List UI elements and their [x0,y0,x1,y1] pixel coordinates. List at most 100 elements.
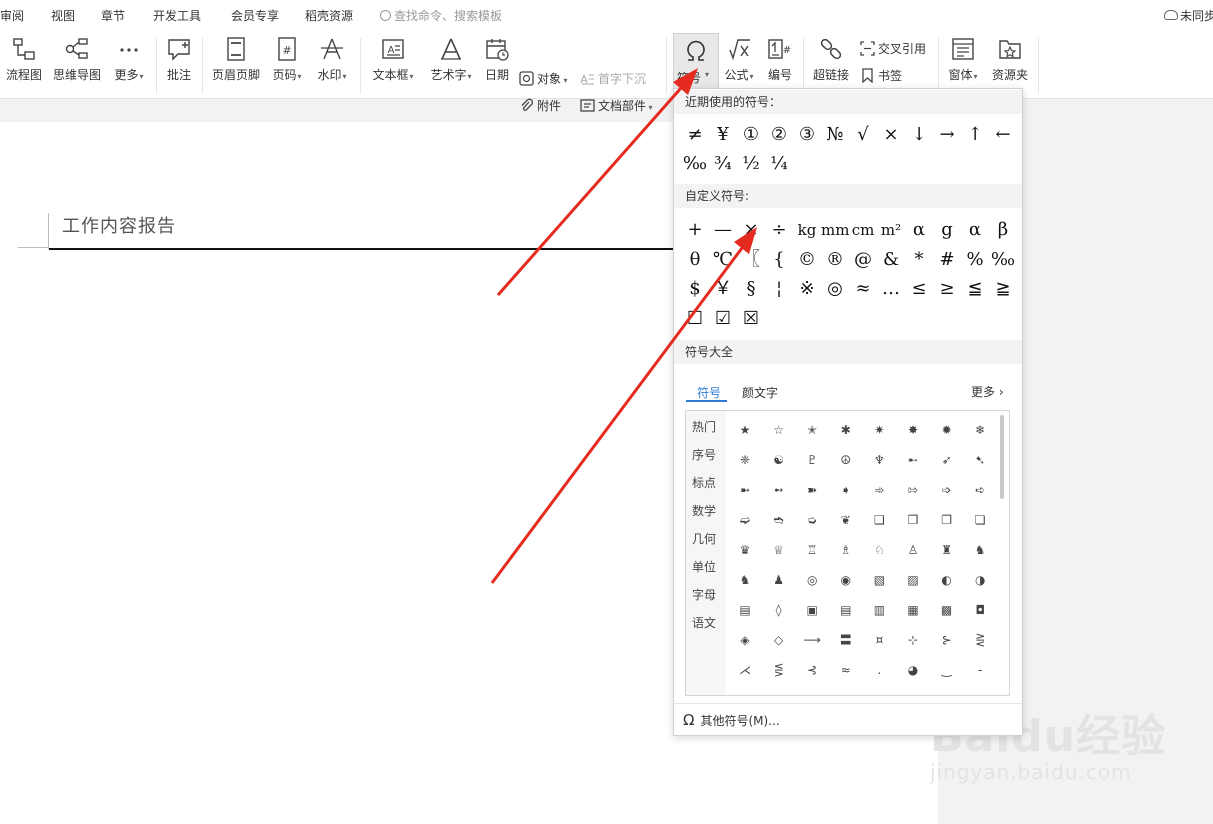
header-footer-button[interactable]: 页眉页脚 [211,36,261,83]
symbol-cell[interactable]: ➧ [829,475,863,505]
category-item[interactable]: 序号 [692,446,716,463]
symbol-cell[interactable]: © [793,246,821,274]
symbol-cell[interactable]: ➫ [728,505,762,535]
menu-review[interactable]: 审阅 [0,7,24,24]
symbol-cell[interactable]: ① [737,121,765,149]
symbol-cell[interactable]: ▤ [829,595,863,625]
tab-symbols[interactable]: 符号 [697,384,721,401]
category-item[interactable]: 热门 [692,418,716,435]
symbol-cell[interactable]: ➻ [762,475,796,505]
symbol-cell[interactable]: — [709,216,737,244]
symbol-cell[interactable]: ➭ [795,505,829,535]
symbol-cell[interactable]: ¾ [709,150,737,178]
symbol-cell[interactable]: & [877,246,905,274]
category-item[interactable]: 标点 [692,474,716,491]
doc-parts-button[interactable]: 文档部件 ▾ [580,97,653,114]
symbol-cell[interactable]: ▨ [896,565,930,595]
command-search[interactable]: 查找命令、搜索模板 [380,7,502,24]
textbox-button[interactable]: A 文本框▾ [370,36,416,83]
symbol-cell[interactable]: ≠ [681,121,709,149]
document-title[interactable]: 工作内容报告 [62,212,176,238]
symbol-cell[interactable]: ♛ [728,535,762,565]
symbol-cell[interactable]: ❐ [930,505,964,535]
symbol-cell[interactable]: g [933,216,961,244]
symbol-cell[interactable]: ➩ [930,475,964,505]
symbol-cell[interactable]: 〖 [737,246,765,274]
symbol-cell[interactable]: ¦ [765,275,793,303]
other-symbols-button[interactable]: Ω 其他符号(M)... [683,711,780,729]
symbol-cell[interactable]: ◊ [762,595,796,625]
symbol-cell[interactable]: ⊰ [795,655,829,685]
symbol-cell[interactable]: @ [849,246,877,274]
tab-emoticons[interactable]: 颜文字 [742,384,778,401]
symbol-cell[interactable]: ≈ [829,655,863,685]
symbol-cell[interactable]: ▣ [795,595,829,625]
symbol-cell[interactable]: ♆ [862,445,896,475]
symbol-cell[interactable]: ➼ [728,475,762,505]
bookmark-button[interactable]: 书签 [860,67,902,84]
symbol-cell[interactable]: ‰ [681,150,709,178]
symbol-cell[interactable]: ▧ [862,565,896,595]
symbol-cell[interactable]: ♘ [862,535,896,565]
symbol-cell[interactable]: ★ [728,415,762,445]
symbol-cell[interactable]: ♖ [795,535,829,565]
symbol-cell[interactable]: ≦ [961,275,989,303]
more-symbols-link[interactable]: 更多 › [971,383,1004,400]
symbol-cell[interactable]: ⇰ [896,475,930,505]
symbol-cell[interactable]: ≥ [933,275,961,303]
symbol-cell[interactable]: ✱ [829,415,863,445]
symbol-cell[interactable]: ③ [793,121,821,149]
symbol-cell[interactable]: ※ [793,275,821,303]
symbol-cell[interactable]: ➪ [963,475,997,505]
page-number-button[interactable]: # 页码▾ [270,36,304,83]
symbol-cell[interactable]: m² [877,216,905,244]
attachment-button[interactable]: 附件 [519,97,561,114]
category-item[interactable]: 字母 [692,586,716,603]
symbol-cell[interactable]: ❑ [862,505,896,535]
category-item[interactable]: 语文 [692,614,716,631]
menu-developer[interactable]: 开发工具 [153,7,201,24]
symbol-cell[interactable]: ☮ [829,445,863,475]
symbol-cell[interactable]: ♗ [829,535,863,565]
symbol-cell[interactable]: ◉ [829,565,863,595]
hyperlink-button[interactable]: 超链接 [812,36,850,83]
symbol-cell[interactable]: ➽ [795,475,829,505]
symbol-cell[interactable]: ➾ [862,475,896,505]
symbol-cell[interactable]: ⊱ [930,625,964,655]
object-button[interactable]: 对象 ▾ [519,70,568,87]
more-button[interactable]: 更多▾ [111,36,147,83]
symbol-cell[interactable]: ← [989,121,1017,149]
mindmap-button[interactable]: 思维导图 [53,36,101,83]
cross-ref-button[interactable]: 交叉引用 [860,40,926,57]
symbol-cell[interactable]: … [877,275,905,303]
symbol-cell[interactable]: . [862,655,896,685]
symbol-cell[interactable]: ☒ [737,305,765,333]
symbol-cell[interactable]: * [905,246,933,274]
menu-view[interactable]: 视图 [51,7,75,24]
symbol-cell[interactable]: ♜ [930,535,964,565]
symbol-cell[interactable]: ♕ [762,535,796,565]
symbol-cell[interactable]: ⟶ [795,625,829,655]
category-item[interactable]: 几何 [692,530,716,547]
category-item[interactable]: 数学 [692,502,716,519]
symbol-cell[interactable]: ◈ [728,625,762,655]
symbol-cell[interactable]: ≈ [849,275,877,303]
sync-status[interactable]: 未同步 [1164,7,1213,24]
symbol-cell[interactable]: ◑ [963,565,997,595]
symbol-cell[interactable]: % [961,246,989,274]
symbol-cell[interactable]: $ [681,275,709,303]
symbol-cell[interactable]: ☯ [762,445,796,475]
symbol-cell[interactable]: + [681,216,709,244]
menu-member[interactable]: 会员专享 [231,7,279,24]
symbol-cell[interactable]: cm [849,216,877,244]
symbol-cell[interactable]: mm [821,216,849,244]
symbol-cell[interactable]: ≤ [905,275,933,303]
symbol-cell[interactable]: × [877,121,905,149]
scrollbar[interactable] [1000,415,1004,499]
symbol-cell[interactable]: ‰ [989,246,1017,274]
symbol-cell[interactable]: ⋌ [728,655,762,685]
watermark-button[interactable]: 水印▾ [315,36,349,83]
window-form-button[interactable]: 窗体▾ [946,36,980,83]
flowchart-button[interactable]: 流程图 [6,36,42,83]
symbol-cell[interactable]: ✷ [862,415,896,445]
